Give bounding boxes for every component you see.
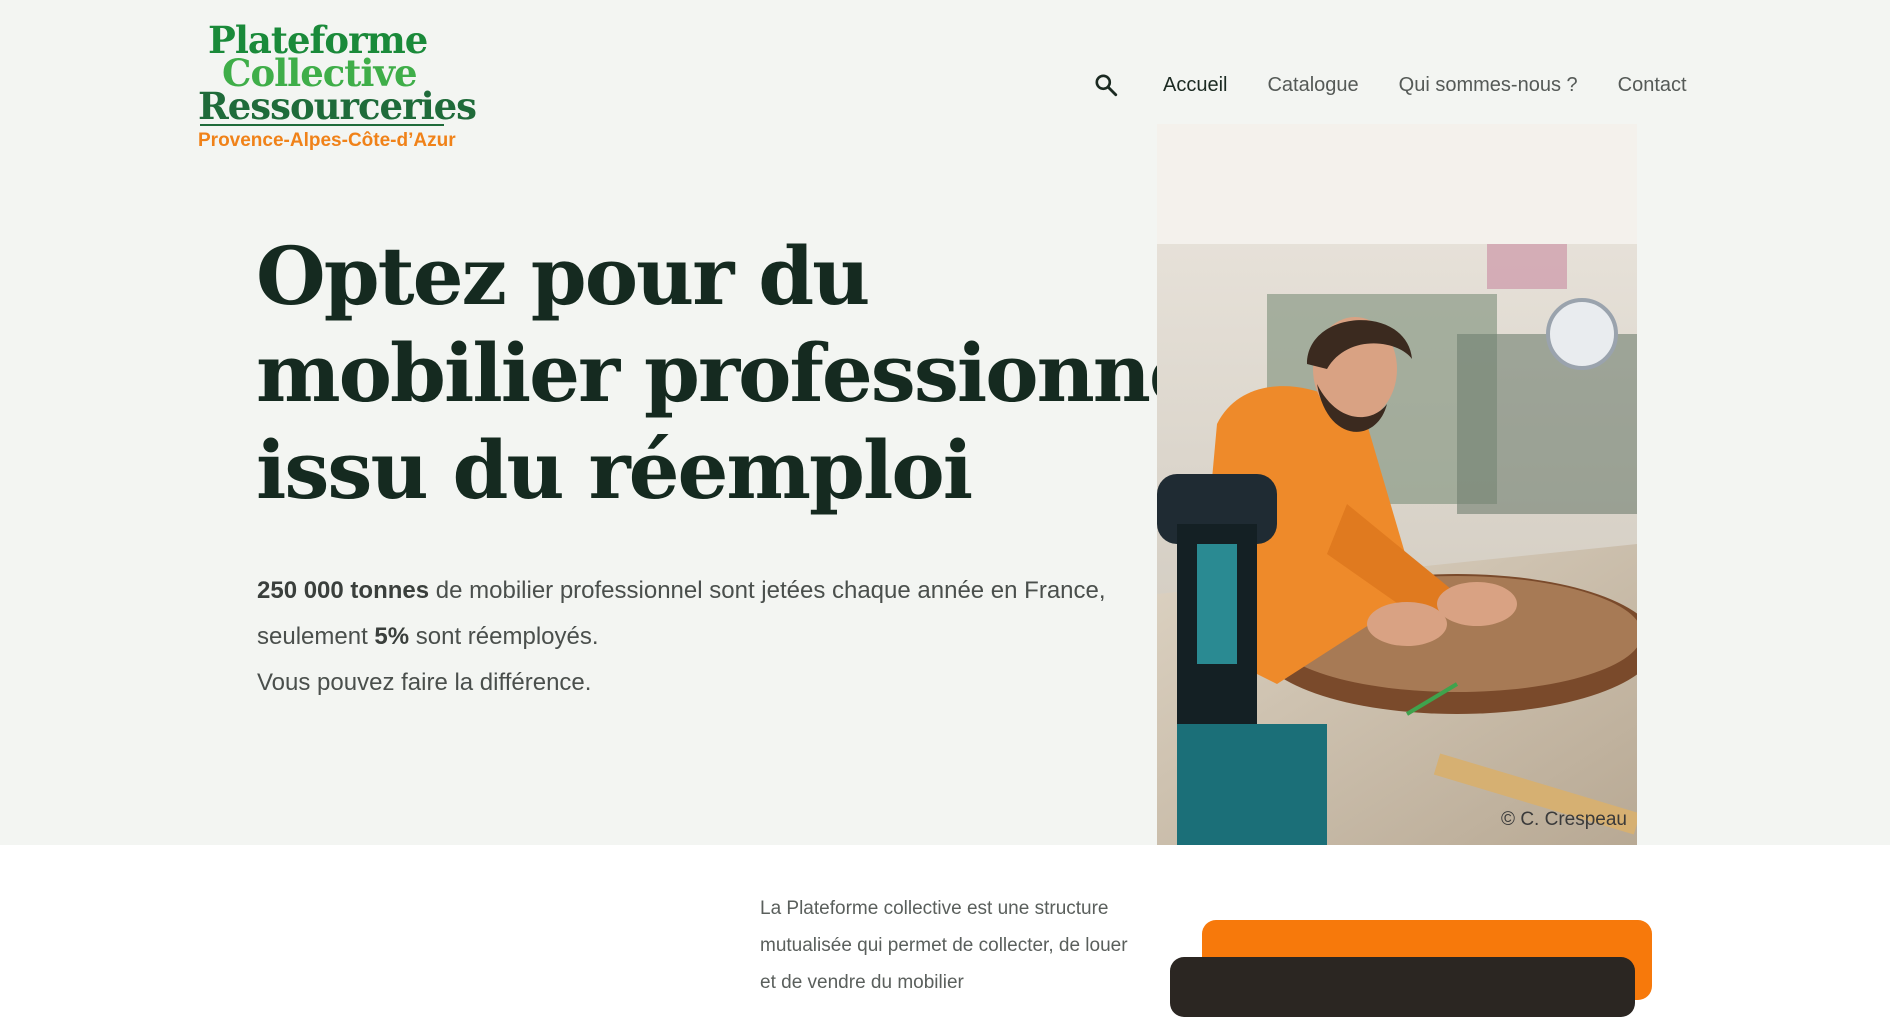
logo-line-3: Ressourceries — [198, 84, 477, 128]
logo-divider — [200, 124, 444, 126]
hero-headline: Optez pour du mobilier professionnel iss… — [256, 228, 1228, 519]
photo-credit: © C. Crespeau — [1501, 809, 1627, 830]
workshop-photo-illustration — [1157, 124, 1637, 845]
search-icon[interactable] — [1093, 72, 1119, 98]
main-nav: Accueil Catalogue Qui sommes-nous ? Cont… — [1163, 74, 1727, 97]
intro-cta: Vous pouvez faire la différence. — [257, 669, 592, 696]
hero-section: Plateforme Collective Ressourceries Prov… — [0, 0, 1890, 845]
stat-percent: 5% — [374, 623, 410, 650]
intro-line-2: seulement 5% sont réemployés. — [257, 614, 1137, 660]
stat-text: de mobilier professionnel sont jetées ch… — [435, 577, 1106, 604]
logo-region: Provence-Alpes-Côte-d’Azur — [198, 130, 456, 151]
headline-line-2: mobilier professionnel — [256, 326, 1228, 420]
intro-line-1: 250 000 tonnes de mobilier professionnel… — [257, 568, 1137, 614]
nav-contact[interactable]: Contact — [1618, 74, 1687, 97]
image-card — [1170, 957, 1635, 1017]
nav-catalogue[interactable]: Catalogue — [1267, 74, 1358, 97]
nav-qui-sommes-nous[interactable]: Qui sommes-nous ? — [1399, 74, 1578, 97]
stat2-prefix: seulement — [257, 623, 368, 650]
about-text: La Plateforme collective est une structu… — [760, 898, 1128, 993]
headline-line-3: issu du réemploi — [256, 423, 973, 517]
stat2-suffix: sont réemployés. — [415, 623, 599, 650]
hero-photo: © C. Crespeau — [1157, 124, 1637, 845]
site-logo[interactable]: Plateforme Collective Ressourceries Prov… — [198, 18, 477, 158]
headline-line-1: Optez pour du — [256, 229, 870, 323]
nav-accueil[interactable]: Accueil — [1163, 74, 1227, 97]
stat-tonnes: 250 000 tonnes — [257, 577, 430, 604]
hero-intro: 250 000 tonnes de mobilier professionnel… — [257, 568, 1137, 706]
